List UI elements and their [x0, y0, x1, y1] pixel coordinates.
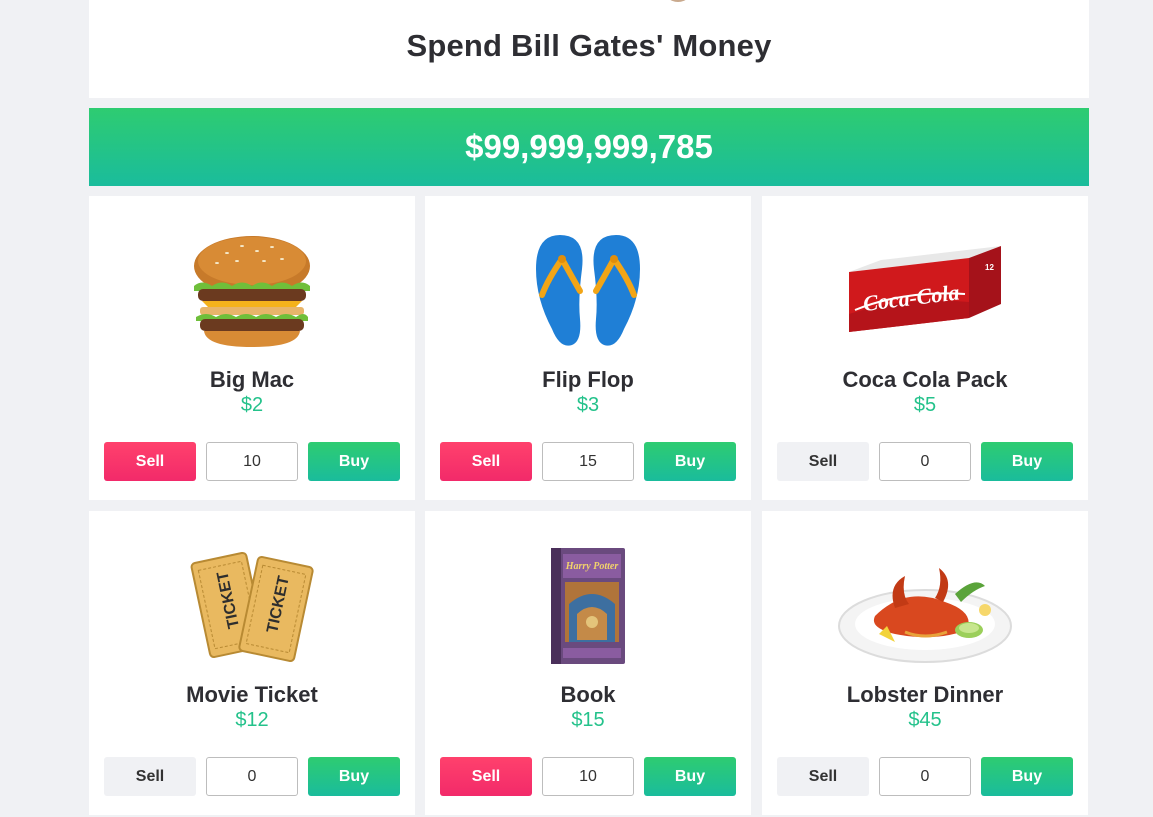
product-card-big-mac: Big Mac $2 Sell Buy — [89, 196, 415, 500]
product-name: Big Mac — [209, 367, 295, 392]
sell-button[interactable]: Sell — [440, 757, 532, 796]
soda-pack-icon: Coca-Cola 12 — [762, 226, 1088, 356]
soda-count-text: 12 — [985, 263, 994, 272]
product-price: $15 — [571, 709, 605, 731]
quantity-input[interactable] — [879, 757, 971, 796]
buy-button[interactable]: Buy — [644, 757, 736, 796]
balance-bar: $99,999,999,785 — [89, 108, 1089, 186]
flip-flop-icon — [425, 226, 751, 356]
buy-button[interactable]: Buy — [308, 442, 400, 481]
sell-button[interactable]: Sell — [777, 442, 869, 481]
lobster-dinner-icon — [762, 541, 1088, 671]
buy-button[interactable]: Buy — [981, 757, 1073, 796]
buy-button[interactable]: Buy — [644, 442, 736, 481]
page: Spend Bill Gates' Money $99,999,999,785 — [0, 0, 1153, 817]
product-price: $2 — [240, 394, 264, 416]
product-price: $12 — [235, 709, 269, 731]
product-price: $3 — [576, 394, 600, 416]
product-name: Coca Cola Pack — [842, 367, 1008, 392]
burger-icon — [89, 226, 415, 356]
balance-amount: $99,999,999,785 — [465, 128, 713, 165]
sell-button[interactable]: Sell — [104, 757, 196, 796]
buy-button[interactable]: Buy — [981, 442, 1073, 481]
quantity-input[interactable] — [542, 757, 634, 796]
product-card-coca-cola-pack: Coca-Cola 12 Coca Cola Pack $5 Sell Buy — [762, 196, 1088, 500]
buy-button[interactable]: Buy — [308, 757, 400, 796]
quantity-input[interactable] — [206, 442, 298, 481]
product-card-lobster-dinner: Lobster Dinner $45 Sell Buy — [762, 511, 1088, 815]
quantity-input[interactable] — [542, 442, 634, 481]
book-title-text: Harry Potter — [565, 561, 619, 572]
ticket-icon: TICKET TICKET — [89, 541, 415, 671]
quantity-input[interactable] — [879, 442, 971, 481]
product-name: Lobster Dinner — [846, 682, 1004, 707]
product-name: Flip Flop — [542, 367, 634, 392]
product-name: Book — [560, 682, 616, 707]
quantity-input[interactable] — [206, 757, 298, 796]
page-title: Spend Bill Gates' Money — [406, 28, 772, 63]
product-card-flip-flop: Flip Flop $3 Sell Buy — [425, 196, 751, 500]
sell-button[interactable]: Sell — [777, 757, 869, 796]
sell-button[interactable]: Sell — [440, 442, 532, 481]
avatar — [663, 0, 693, 2]
product-card-book: Harry Potter Book $15 Sell Buy — [425, 511, 751, 815]
product-price: $5 — [913, 394, 937, 416]
product-price: $45 — [908, 709, 942, 731]
product-name: Movie Ticket — [186, 682, 318, 707]
product-card-movie-ticket: TICKET TICKET Movie Ticket $12 Sell Buy — [89, 511, 415, 815]
header: Spend Bill Gates' Money — [89, 0, 1089, 98]
book-icon: Harry Potter — [425, 541, 751, 671]
sell-button[interactable]: Sell — [104, 442, 196, 481]
